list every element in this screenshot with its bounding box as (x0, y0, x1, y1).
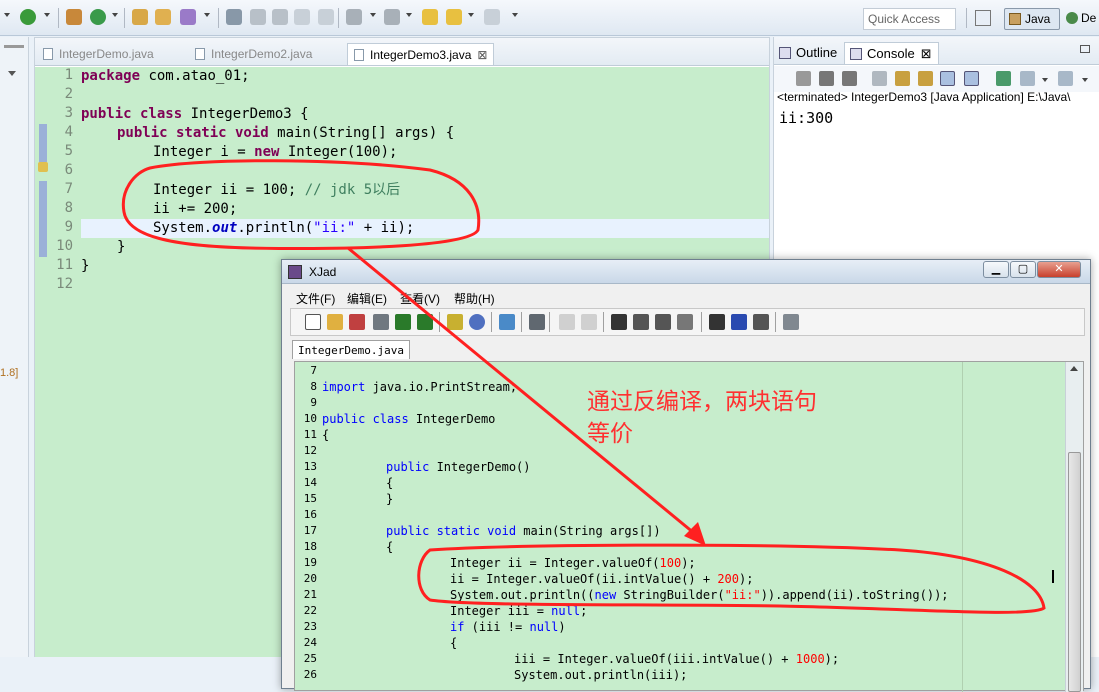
annotation-note: 通过反编译，两块语句 等价 (587, 385, 877, 449)
highlight-circle-source (121, 159, 481, 250)
annotation-line-1: 通过反编译，两块语句 (587, 388, 817, 414)
highlight-circle-decompiled (417, 543, 1046, 614)
annotation-overlay (121, 159, 1046, 614)
annotation-line-2: 等价 (587, 420, 633, 446)
